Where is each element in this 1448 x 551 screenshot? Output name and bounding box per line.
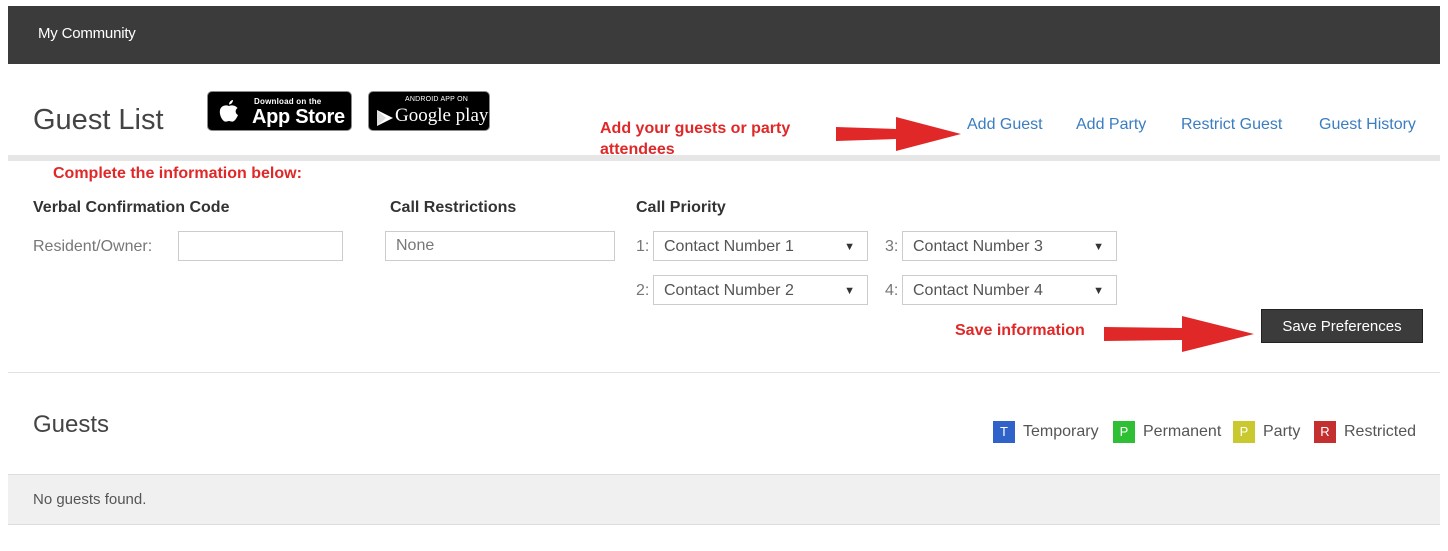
guests-title: Guests xyxy=(33,411,110,438)
save-preferences-button[interactable]: Save Preferences xyxy=(1261,309,1423,343)
app-store-badge[interactable]: Download on the App Store xyxy=(207,91,352,131)
red-arrow-icon xyxy=(1104,316,1254,352)
priority-select-3[interactable]: Contact Number 3 ▼ xyxy=(902,231,1117,261)
google-play-icon xyxy=(377,110,393,126)
legend-label: Party xyxy=(1263,423,1301,440)
legend-label: Temporary xyxy=(1023,423,1099,440)
call-priority-heading: Call Priority xyxy=(636,199,726,216)
verbal-confirmation-heading: Verbal Confirmation Code xyxy=(33,199,230,216)
google-play-big-text: Google play xyxy=(395,105,489,126)
resident-owner-label: Resident/Owner: xyxy=(33,238,153,255)
legend-chip: P xyxy=(1113,421,1135,443)
priority-select-1[interactable]: Contact Number 1 ▼ xyxy=(653,231,868,261)
priority-number: 4: xyxy=(885,282,899,299)
priority-select-value: Contact Number 4 xyxy=(913,282,1043,299)
annotation-add-guests: Add your guests or party attendees xyxy=(600,120,791,158)
guest-history-link[interactable]: Guest History xyxy=(1319,116,1416,134)
call-restrictions-heading: Call Restrictions xyxy=(390,199,517,216)
add-guest-link[interactable]: Add Guest xyxy=(967,116,1043,134)
red-arrow-icon xyxy=(836,117,961,151)
priority-select-2[interactable]: Contact Number 2 ▼ xyxy=(653,275,868,305)
annotation-save-info: Save information xyxy=(955,322,1085,339)
top-bar: My Community xyxy=(8,6,1440,64)
google-play-badge[interactable]: ANDROID APP ON Google play xyxy=(368,91,490,131)
app-store-small-text: Download on the xyxy=(254,97,322,106)
chevron-down-icon: ▼ xyxy=(844,241,855,253)
empty-state-text: No guests found. xyxy=(33,491,147,508)
section-separator xyxy=(8,372,1440,373)
call-restrictions-input[interactable] xyxy=(385,231,615,261)
chevron-down-icon: ▼ xyxy=(844,285,855,297)
priority-select-value: Contact Number 3 xyxy=(913,238,1043,255)
chevron-down-icon: ▼ xyxy=(1093,241,1104,253)
legend-label: Restricted xyxy=(1344,423,1417,440)
restrict-guest-link[interactable]: Restrict Guest xyxy=(1181,116,1282,134)
legend-chip: R xyxy=(1314,421,1336,443)
priority-select-4[interactable]: Contact Number 4 ▼ xyxy=(902,275,1117,305)
annotation-complete-info: Complete the information below: xyxy=(53,165,302,182)
guests-empty-row: No guests found. xyxy=(8,474,1440,525)
google-play-small-text: ANDROID APP ON xyxy=(405,96,468,103)
chevron-down-icon: ▼ xyxy=(1093,285,1104,297)
priority-number: 3: xyxy=(885,238,899,255)
legend-chip: P xyxy=(1233,421,1255,443)
priority-number: 1: xyxy=(636,238,650,255)
priority-select-value: Contact Number 2 xyxy=(664,282,794,299)
apple-icon xyxy=(219,100,238,122)
priority-select-value: Contact Number 1 xyxy=(664,238,794,255)
page-title: Guest List xyxy=(33,104,164,136)
priority-number: 2: xyxy=(636,282,650,299)
legend-chip: T xyxy=(993,421,1015,443)
legend-label: Permanent xyxy=(1143,423,1222,440)
verbal-code-input[interactable] xyxy=(178,231,343,261)
app-store-big-text: App Store xyxy=(252,106,345,128)
brand-title[interactable]: My Community xyxy=(38,25,136,42)
add-party-link[interactable]: Add Party xyxy=(1076,116,1146,134)
section-divider xyxy=(8,155,1440,161)
